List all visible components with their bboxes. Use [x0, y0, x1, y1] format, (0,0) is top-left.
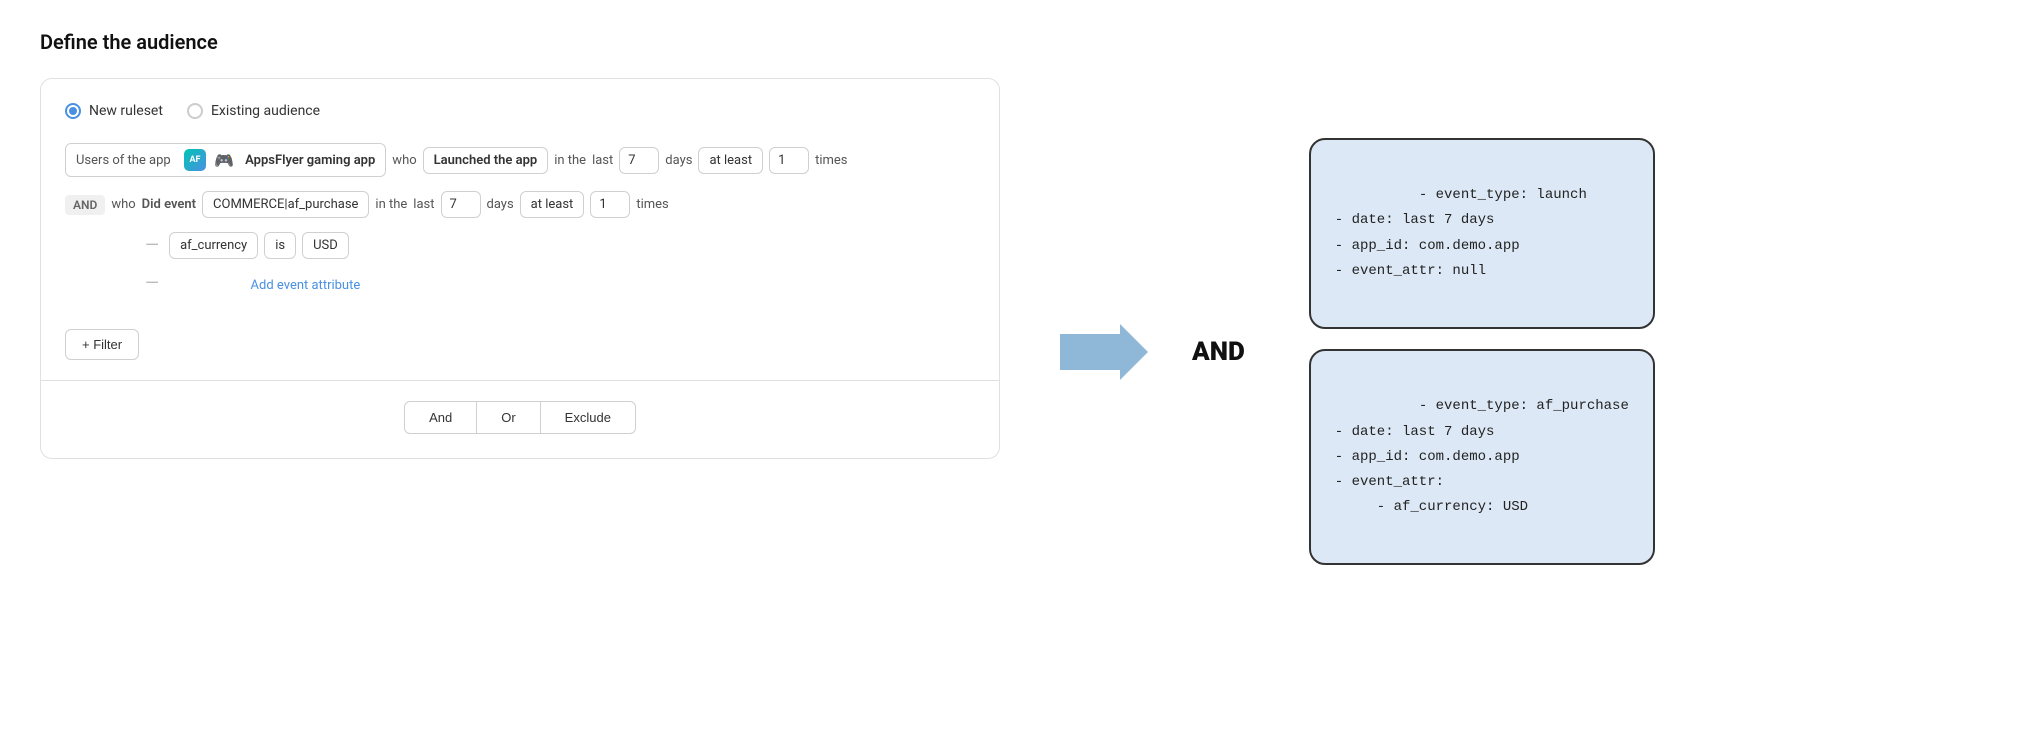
- main-container: New ruleset Existing audience Users of t…: [40, 78, 1990, 565]
- app-name-text: AppsFlyer gaming app: [245, 153, 375, 168]
- and-badge: AND: [65, 195, 105, 215]
- in-the-text-1: in the: [554, 153, 586, 168]
- attr-value-label: USD: [313, 238, 338, 253]
- add-event-attr-link[interactable]: Add event attribute: [251, 278, 361, 293]
- big-arrow: [1060, 324, 1148, 380]
- and-label: AND: [1192, 337, 1245, 367]
- add-event-attr-container: — Add event attribute: [145, 273, 975, 311]
- page-title: Define the audience: [40, 30, 1990, 54]
- times-label-1: times: [815, 153, 847, 168]
- divider: [41, 380, 999, 381]
- at-least-token-2[interactable]: at least: [520, 191, 585, 218]
- users-of-text: Users of the app: [76, 153, 171, 168]
- event-name-label: COMMERCE|af_purchase: [213, 197, 358, 212]
- right-layout: AND - event_type: launch - date: last 7 …: [1060, 138, 1655, 565]
- filter-row-1: Users of the app AF 🎮 AppsFlyer gaming a…: [65, 143, 975, 177]
- arrow-shaft: [1060, 334, 1120, 370]
- add-attr-connector: —: [145, 273, 159, 294]
- attr-is-token: is: [264, 232, 296, 259]
- attr-name-label: af_currency: [180, 238, 247, 253]
- filter-button[interactable]: + Filter: [65, 329, 139, 360]
- times-label-2: times: [636, 197, 668, 212]
- users-of-app-token: Users of the app AF 🎮 AppsFlyer gaming a…: [65, 143, 386, 177]
- info-box-1: - event_type: launch - date: last 7 days…: [1309, 138, 1655, 329]
- info-boxes: - event_type: launch - date: last 7 days…: [1309, 138, 1655, 565]
- radio-new-ruleset[interactable]: New ruleset: [65, 103, 163, 119]
- days-label-1: days: [665, 153, 692, 168]
- who-text-1: who: [392, 153, 416, 168]
- appsflyer-logo-icon: AF: [184, 149, 206, 171]
- attr-is-label: is: [275, 238, 285, 253]
- attr-connector-icon: —: [145, 235, 159, 256]
- at-least-label-1: at least: [709, 153, 752, 168]
- exclude-button[interactable]: Exclude: [541, 401, 636, 434]
- radio-group: New ruleset Existing audience: [65, 103, 975, 119]
- attr-name-token[interactable]: af_currency: [169, 232, 258, 259]
- right-panel: AND - event_type: launch - date: last 7 …: [1060, 118, 1655, 565]
- action-row: And Or Exclude: [65, 401, 975, 434]
- left-panel: New ruleset Existing audience Users of t…: [40, 78, 1000, 459]
- arrow-head: [1120, 324, 1148, 380]
- radio-circle-empty: [187, 103, 203, 119]
- radio-circle-selected: [65, 103, 81, 119]
- days-label-2: days: [487, 197, 514, 212]
- attr-value-token[interactable]: USD: [302, 232, 349, 259]
- times-input-2[interactable]: 1: [590, 191, 630, 218]
- event-name-token[interactable]: COMMERCE|af_purchase: [202, 191, 369, 218]
- radio-existing-audience[interactable]: Existing audience: [187, 103, 320, 119]
- and-button[interactable]: And: [404, 401, 477, 434]
- info-box-2: - event_type: af_purchase - date: last 7…: [1309, 349, 1655, 565]
- last-text-1: last: [592, 153, 613, 168]
- did-event-text: Did event: [142, 197, 196, 212]
- info-box-1-content: - event_type: launch - date: last 7 days…: [1335, 187, 1587, 279]
- info-box-2-content: - event_type: af_purchase - date: last 7…: [1335, 398, 1629, 515]
- radio-label-new: New ruleset: [89, 103, 163, 119]
- at-least-label-2: at least: [531, 197, 574, 212]
- launched-label: Launched the app: [434, 153, 538, 168]
- days-input-1[interactable]: 7: [619, 147, 659, 174]
- filter-section: + Filter: [65, 329, 975, 360]
- in-the-text-2: in the: [375, 197, 407, 212]
- at-least-token-1[interactable]: at least: [698, 147, 763, 174]
- filter-row-2: AND who Did event COMMERCE|af_purchase i…: [65, 191, 975, 218]
- times-input-1[interactable]: 1: [769, 147, 809, 174]
- launched-token[interactable]: Launched the app: [423, 147, 549, 174]
- ruleset-card: New ruleset Existing audience Users of t…: [40, 78, 1000, 459]
- attr-row: — af_currency is USD: [145, 232, 975, 259]
- days-input-2[interactable]: 7: [441, 191, 481, 218]
- or-button[interactable]: Or: [477, 401, 540, 434]
- who-text-2: who: [111, 197, 135, 212]
- last-text-2: last: [413, 197, 434, 212]
- radio-label-existing: Existing audience: [211, 103, 320, 119]
